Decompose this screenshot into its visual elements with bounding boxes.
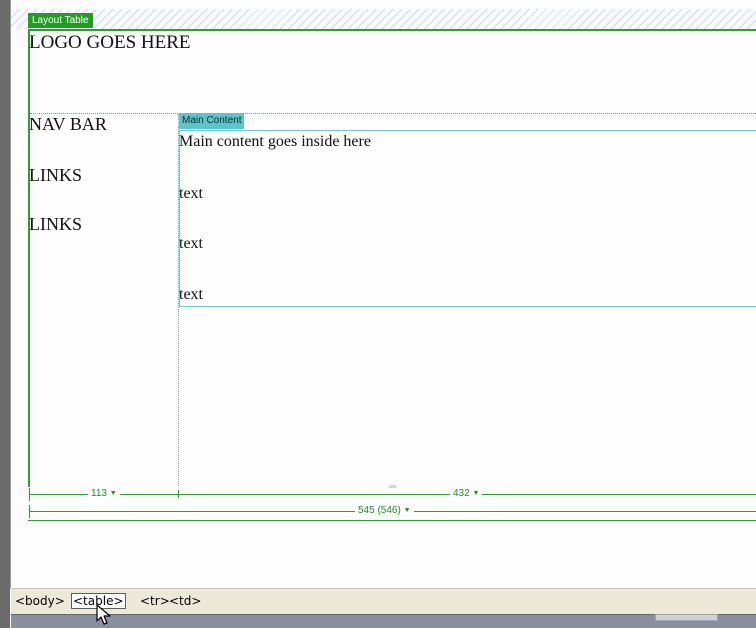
nav-bar-text: NAV BAR	[29, 114, 107, 134]
tag-body[interactable]: <body>	[15, 594, 65, 608]
main-content-text: text	[179, 185, 203, 202]
table-bottom-border	[28, 520, 756, 521]
column-1-width-menu[interactable]: 113 ▼	[88, 488, 120, 500]
tag-td[interactable]: <td>	[169, 594, 201, 608]
window-frame-left	[0, 0, 10, 628]
column-2-width-menu[interactable]: 432 ▼	[450, 488, 483, 500]
main-content-text: text	[179, 235, 203, 252]
table-width-value: 545 (546)	[358, 505, 401, 516]
main-content-cell[interactable]	[179, 130, 756, 307]
panel-expander-tab[interactable]	[655, 614, 718, 621]
layout-hatch-strip	[11, 9, 756, 29]
layout-row-divider	[30, 113, 756, 114]
chevron-down-icon: ▼	[403, 507, 411, 514]
status-strip-edge	[11, 614, 756, 615]
chevron-down-icon: ▼	[109, 490, 117, 497]
main-content-text: text	[179, 286, 203, 303]
layout-table-tab[interactable]: Layout Table	[28, 13, 93, 28]
main-content-tab[interactable]: Main Content	[179, 113, 245, 129]
status-strip	[11, 614, 756, 628]
nav-link-text: LINKS	[29, 214, 82, 234]
mouse-pointer-icon	[96, 604, 111, 625]
logo-placeholder-text: LOGO GOES HERE	[29, 32, 191, 53]
tag-selector-bar: <body> <table> <tr> <td>	[11, 588, 756, 614]
table-tick	[29, 505, 30, 518]
column-tick	[178, 490, 179, 498]
dreamweaver-design-view: Layout Table LOGO GOES HERE NAV BAR LINK…	[0, 0, 756, 628]
main-content-heading-text: Main content goes inside here	[179, 133, 371, 150]
column-2-width-value: 432	[453, 488, 470, 499]
chevron-down-icon: ▼	[472, 490, 480, 497]
column-tick	[29, 488, 30, 501]
nav-link-text: LINKS	[29, 165, 82, 185]
table-width-menu[interactable]: 545 (546) ▼	[355, 505, 414, 517]
column-1-width-value: 113	[91, 488, 107, 499]
resize-grip[interactable]	[389, 485, 396, 488]
column-width-indicator-line	[30, 494, 756, 495]
tag-tr[interactable]: <tr>	[140, 594, 170, 608]
